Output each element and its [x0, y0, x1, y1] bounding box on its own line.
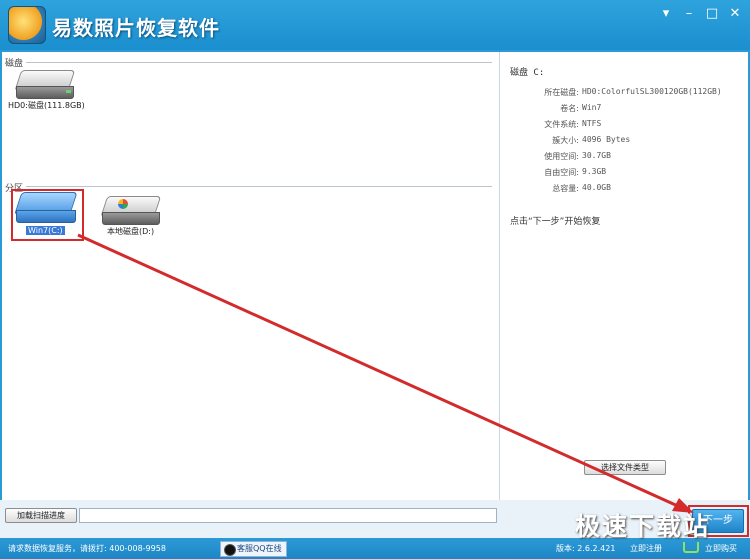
annotation-arrow — [77, 233, 694, 513]
site-watermark: 极速下载站 — [575, 512, 711, 541]
cart-icon — [683, 542, 699, 553]
qq-icon — [224, 544, 236, 556]
version-text: 版本: 2.6.2.421 — [556, 544, 616, 553]
qq-support-label: 客服QQ在线 — [237, 544, 282, 553]
buy-link[interactable]: 立即购买 — [705, 543, 737, 554]
register-link[interactable]: 立即注册 — [630, 543, 662, 554]
service-hotline-text: 请求数据恢复服务，请拨打: 400-008-9958 — [8, 544, 166, 553]
qq-support-button[interactable]: 客服QQ在线 — [220, 541, 287, 557]
